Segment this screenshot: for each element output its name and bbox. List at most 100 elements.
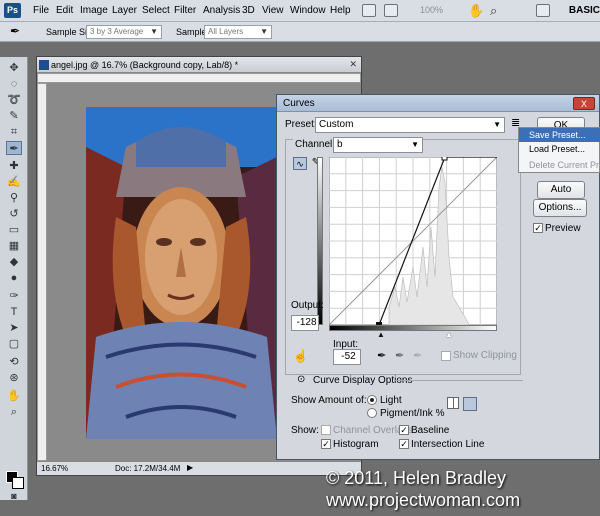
close-icon[interactable]: ✕	[349, 59, 357, 70]
brush-tool-icon[interactable]: ✍	[6, 175, 22, 189]
zoom-level[interactable]: 100%	[420, 5, 443, 15]
background-color-swatch[interactable]	[12, 477, 24, 489]
histogram-checkbox[interactable]: ✓	[321, 439, 331, 449]
preset-options-menu: Save Preset... Load Preset... Delete Cur…	[518, 127, 600, 173]
curve-graph[interactable]	[329, 157, 497, 325]
menu-analysis[interactable]: Analysis	[203, 5, 240, 16]
workspace-switcher[interactable]: BASIC	[569, 5, 600, 16]
delete-preset-item[interactable]: Delete Current Prese	[519, 158, 600, 172]
simple-grid-icon[interactable]	[447, 397, 459, 409]
quick-select-tool-icon[interactable]: ✎	[6, 109, 22, 123]
hand-tool-icon[interactable]: ✋	[6, 389, 22, 403]
load-preset-item[interactable]: Load Preset...	[519, 142, 600, 156]
menu-image[interactable]: Image	[80, 5, 108, 16]
show-clipping-checkbox[interactable]	[441, 351, 451, 361]
eyedropper-tool-icon[interactable]: ✒	[10, 24, 20, 38]
auto-button[interactable]: Auto	[537, 181, 585, 199]
quick-mask-icon[interactable]: ◙	[6, 489, 22, 503]
healing-tool-icon[interactable]: ✚	[6, 159, 22, 173]
minibridge-icon[interactable]	[384, 4, 398, 17]
baseline-checkbox[interactable]: ✓	[399, 425, 409, 435]
menu-select[interactable]: Select	[142, 5, 170, 16]
menu-filter[interactable]: Filter	[174, 5, 196, 16]
bridge-icon[interactable]	[362, 4, 376, 17]
3d-orbit-tool-icon[interactable]: ⊛	[6, 371, 22, 385]
screen-mode-icon[interactable]	[536, 4, 550, 17]
type-tool-icon[interactable]: T	[6, 305, 22, 319]
path-select-tool-icon[interactable]: ➤	[6, 321, 22, 335]
collapse-options-icon[interactable]: ⊙	[297, 374, 305, 385]
white-point-slider-icon[interactable]: ▲	[445, 330, 453, 339]
menu-file[interactable]: File	[33, 5, 49, 16]
pigment-label: Pigment/Ink %	[380, 408, 445, 419]
gray-eyedropper-icon[interactable]: ✒	[395, 349, 404, 362]
curve-point-tool-icon[interactable]: ∿	[293, 157, 307, 170]
shape-tool-icon[interactable]: ▢	[6, 337, 22, 351]
show-amount-label: Show Amount of:	[291, 395, 367, 406]
light-radio[interactable]	[367, 395, 377, 405]
menu-help[interactable]: Help	[330, 5, 351, 16]
intersection-line-checkbox[interactable]: ✓	[399, 439, 409, 449]
menu-window[interactable]: Window	[290, 5, 326, 16]
photoshop-logo: Ps	[4, 3, 21, 18]
vertical-ruler	[37, 83, 47, 461]
3d-rotate-tool-icon[interactable]: ⟲	[6, 355, 22, 369]
black-point-slider-icon[interactable]: ▲	[377, 330, 385, 339]
white-eyedropper-icon[interactable]: ✒	[413, 349, 422, 362]
history-brush-tool-icon[interactable]: ↺	[6, 207, 22, 221]
sample-size-value: 3 by 3 Average	[90, 27, 144, 36]
lasso-tool-icon[interactable]: ➰	[6, 93, 22, 107]
gradient-tool-icon[interactable]: ▦	[6, 239, 22, 253]
pen-tool-icon[interactable]: ✑	[6, 289, 22, 303]
move-tool-icon[interactable]: ✥	[6, 61, 22, 75]
divider	[395, 380, 523, 381]
angel-image[interactable]	[86, 107, 277, 439]
black-eyedropper-icon[interactable]: ✒	[377, 349, 386, 362]
menu-edit[interactable]: Edit	[56, 5, 73, 16]
chevron-down-icon: ▼	[411, 140, 419, 149]
blur-tool-icon[interactable]: ◆	[6, 255, 22, 269]
eyedropper-tool-icon[interactable]: ✒	[6, 141, 22, 155]
channel-select[interactable]: b ▼	[333, 137, 423, 153]
dodge-tool-icon[interactable]: ●	[6, 271, 22, 285]
menu-bar: Ps File Edit Image Layer Select Filter A…	[0, 0, 600, 22]
histogram-label: Histogram	[333, 439, 379, 450]
sample-select[interactable]: All Layers ▼	[204, 25, 272, 39]
channel-overlays-checkbox[interactable]	[321, 425, 331, 435]
intersection-line-label: Intersection Line	[411, 439, 485, 450]
close-button[interactable]: X	[573, 97, 595, 110]
document-status-bar: 16.67% Doc: 17.2M/34.4M ▶	[37, 461, 361, 475]
options-button[interactable]: Options...	[533, 199, 587, 217]
channel-value: b	[337, 139, 343, 150]
clone-stamp-tool-icon[interactable]: ⚲	[6, 191, 22, 205]
preset-select[interactable]: Custom ▼	[315, 117, 505, 133]
status-menu-arrow-icon[interactable]: ▶	[187, 463, 193, 472]
hand-icon[interactable]: ✋	[468, 3, 484, 19]
horizontal-ruler	[37, 73, 361, 83]
on-image-adjust-icon[interactable]: ☝	[293, 349, 308, 363]
chevron-down-icon: ▼	[150, 27, 158, 36]
pigment-radio[interactable]	[367, 408, 377, 418]
document-title-bar[interactable]: angel.jpg @ 16.7% (Background copy, Lab/…	[37, 57, 361, 73]
curves-title-bar[interactable]: Curves X	[277, 95, 599, 112]
crop-tool-icon[interactable]: ⌗	[6, 125, 22, 139]
input-field[interactable]: -52	[333, 349, 361, 365]
preset-value: Custom	[319, 119, 354, 130]
output-field[interactable]: -128	[291, 315, 319, 331]
eraser-tool-icon[interactable]: ▭	[6, 223, 22, 237]
zoom-icon[interactable]: ⌕	[490, 3, 497, 19]
sample-size-select[interactable]: 3 by 3 Average ▼	[86, 25, 162, 39]
marquee-tool-icon[interactable]: ◌	[6, 77, 22, 91]
menu-view[interactable]: View	[262, 5, 284, 16]
website-watermark: www.projectwoman.com	[326, 490, 521, 510]
menu-3d[interactable]: 3D	[242, 5, 255, 16]
detailed-grid-icon[interactable]	[463, 397, 477, 411]
menu-layer[interactable]: Layer	[112, 5, 137, 16]
output-label: Output:	[291, 300, 324, 311]
save-preset-item[interactable]: Save Preset...	[519, 128, 600, 142]
zoom-status[interactable]: 16.67%	[41, 464, 68, 473]
input-gradient-bar	[329, 325, 497, 331]
preview-checkbox[interactable]: ✓	[533, 223, 543, 233]
toolbox: ✥ ◌ ➰ ✎ ⌗ ✒ ✚ ✍ ⚲ ↺ ▭ ▦ ◆ ● ✑ T ➤ ▢ ⟲ ⊛ …	[0, 57, 28, 503]
zoom-tool-icon[interactable]: ⌕	[6, 405, 22, 419]
